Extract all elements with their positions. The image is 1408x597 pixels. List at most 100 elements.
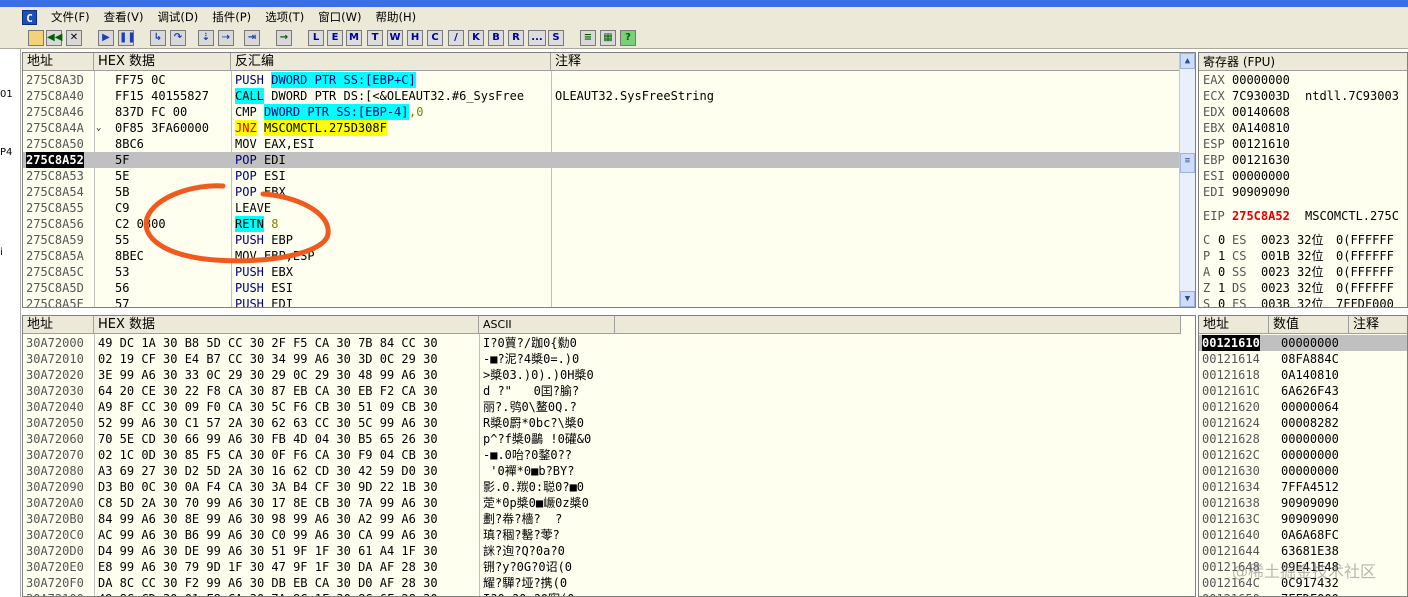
pause-icon[interactable]: ❚❚	[118, 30, 136, 46]
disasm-row[interactable]: 275C8A3D FF75 0C PUSH DWORD PTR SS:[EBP+C]	[23, 72, 1181, 88]
trace-into-icon[interactable]: ⇣	[198, 30, 214, 46]
stack-row[interactable]: 00121630 00000000	[1199, 463, 1407, 479]
dump-row[interactable]: 30A72020 3E 99 A6 30 33 0C 29 30 29 0C 29…	[23, 367, 1181, 383]
dump-col-header-hex[interactable]: HEX 数据	[94, 316, 479, 334]
disasm-mnemonic: PUSH	[235, 281, 264, 295]
col-header-address[interactable]: 地址	[23, 53, 94, 71]
toolbar-references-button[interactable]: R	[508, 30, 524, 46]
stack-row[interactable]: 00121610 00000000	[1199, 335, 1407, 351]
menu-view[interactable]: 查看(V)	[104, 9, 144, 25]
dump-row[interactable]: 30A720C0 AC 99 A6 30 B6 99 A6 30 C0 99 A6…	[23, 527, 1181, 543]
register-name: ESI	[1203, 169, 1225, 183]
stack-address: 00121620	[1202, 400, 1260, 414]
dump-row[interactable]: 30A720D0 D4 99 A6 30 DE 99 A6 30 51 9F 1F…	[23, 543, 1181, 559]
restart-icon[interactable]: ◀◀	[46, 30, 62, 46]
scroll-thumb[interactable]: ≡	[1180, 153, 1195, 173]
toolbar-run-trace-button[interactable]: ...	[528, 30, 546, 46]
execute-till-return-icon[interactable]: ⇥	[244, 30, 260, 46]
dump-row[interactable]: 30A72050 52 99 A6 30 C1 57 2A 30 62 63 CC…	[23, 415, 1181, 431]
dump-col-header-address[interactable]: 地址	[23, 316, 94, 334]
stack-row[interactable]: 00121644 63681E38	[1199, 543, 1407, 559]
menu-plugins[interactable]: 插件(P)	[212, 9, 251, 25]
col-header-hex[interactable]: HEX 数据	[94, 53, 231, 71]
toolbar-source-button[interactable]: S	[548, 30, 564, 46]
toolbar-breakpoints-button[interactable]: B	[488, 30, 504, 46]
step-into-icon[interactable]: ↳	[150, 30, 166, 46]
stack-row[interactable]: 00121614 08FA884C	[1199, 351, 1407, 367]
stack-col-header-value[interactable]: 数值	[1269, 316, 1349, 334]
stack-col-header-address[interactable]: 地址	[1199, 316, 1269, 334]
dump-row[interactable]: 30A720B0 84 99 A6 30 8E 99 A6 30 98 99 A6…	[23, 511, 1181, 527]
toolbar-handles-button[interactable]: H	[407, 30, 423, 46]
disasm-row[interactable]: 275C8A4A ⌄ 0F85 3FA60000 JNZ MSCOMCTL.275D30…	[23, 120, 1181, 136]
disasm-row[interactable]: 275C8A5E 57 PUSH EDI	[23, 296, 1181, 308]
register-value: 90909090	[1232, 185, 1290, 199]
dump-row[interactable]: 30A720F0 DA 8C CC 30 F2 99 A6 30 DB EB CA…	[23, 575, 1181, 591]
stack-row[interactable]: 00121640 0A6A68FC	[1199, 527, 1407, 543]
stack-row[interactable]: 00121628 00000000	[1199, 431, 1407, 447]
close-icon[interactable]: ✕	[66, 30, 82, 46]
goto-icon[interactable]: →	[276, 30, 292, 46]
toolbar-windows-button[interactable]: W	[387, 30, 403, 46]
dump-row[interactable]: 30A720A0 C8 5D 2A 30 70 99 A6 30 17 8E CB…	[23, 495, 1181, 511]
toolbar-call-stack-button[interactable]: K	[468, 30, 484, 46]
disasm-row[interactable]: 275C8A5C 53 PUSH EBX	[23, 264, 1181, 280]
dump-addr: 30A720D0	[26, 544, 84, 558]
scroll-down-icon[interactable]: ▼	[1180, 291, 1195, 307]
disasm-row[interactable]: 275C8A40 FF15 40155827 CALL DWORD PTR DS:[<…	[23, 88, 1181, 104]
toolbar-cpu-button[interactable]: C	[427, 30, 443, 46]
stack-row[interactable]: 00121650 7FFDF000	[1199, 591, 1407, 596]
trace-over-icon[interactable]: ⇢	[218, 30, 234, 46]
run-icon[interactable]: ▶	[98, 30, 114, 46]
stack-address: 0012161C	[1202, 384, 1260, 398]
options-icon[interactable]: ▦	[600, 30, 616, 46]
flag-base: 0(FFFFFF	[1336, 249, 1394, 263]
dump-row[interactable]: 30A72000 49 DC 1A 30 B8 5D CC 30 2F F5 CA…	[23, 335, 1181, 351]
disasm-address: 275C8A5E	[26, 297, 84, 308]
dump-row[interactable]: 30A720E0 E8 99 A6 30 79 9D 1F 30 47 9F 1F…	[23, 559, 1181, 575]
app-icon[interactable]: C	[22, 9, 37, 25]
toolbar-memory-button[interactable]: M	[346, 30, 362, 46]
stack-row[interactable]: 00121618 0A140810	[1199, 367, 1407, 383]
menu-help[interactable]: 帮助(H)	[376, 9, 417, 25]
toolbar-threads-button[interactable]: T	[367, 30, 383, 46]
disasm-row[interactable]: 275C8A46 837D FC 00 CMP DWORD PTR SS:[EBP-4…	[23, 104, 1181, 120]
help-icon[interactable]: ?	[620, 30, 636, 46]
step-over-icon[interactable]: ↷	[170, 30, 186, 46]
dump-row[interactable]: 30A72010 02 19 CF 30 E4 B7 CC 30 34 99 A6…	[23, 351, 1181, 367]
toolbar-executable-modules-button[interactable]: E	[327, 30, 343, 46]
disasm-row[interactable]: 275C8A5D 56 PUSH ESI	[23, 280, 1181, 296]
stack-row[interactable]: 0012161C 6A626F43	[1199, 383, 1407, 399]
menu-debug[interactable]: 调试(D)	[157, 9, 198, 25]
disasm-row[interactable]: 275C8A50 8BC6 MOV EAX,ESI	[23, 136, 1181, 152]
dump-row[interactable]: 30A72070 02 1C 0D 30 85 F5 CA 30 0F F6 CA…	[23, 447, 1181, 463]
toolbar-patches-button[interactable]: /	[448, 30, 464, 46]
dump-row[interactable]: 30A72060 70 5E CD 30 66 99 A6 30 FB 4D 04…	[23, 431, 1181, 447]
disasm-row[interactable]: 275C8A52 5F POP EDI	[23, 152, 1181, 168]
dump-row[interactable]: 30A72090 D3 B0 0C 30 0A F4 CA 30 3A B4 CF…	[23, 479, 1181, 495]
stack-row[interactable]: 00121624 00008282	[1199, 415, 1407, 431]
menu-options[interactable]: 选项(T)	[265, 9, 304, 25]
list-icon[interactable]: ≡	[580, 30, 596, 46]
dump-addr: 30A720B0	[26, 512, 84, 526]
stack-row[interactable]: 0012162C 00000000	[1199, 447, 1407, 463]
dump-row[interactable]: 30A72100 49 8C CD 30 01 F8 CA 30 7A 9C 1F…	[23, 591, 1181, 596]
col-header-disassembly[interactable]: 反汇编	[231, 53, 551, 71]
open-icon[interactable]	[28, 30, 44, 46]
disasm-mnemonic: PUSH	[235, 265, 264, 279]
dump-row[interactable]: 30A72030 64 20 CE 30 22 F8 CA 30 87 EB CA…	[23, 383, 1181, 399]
stack-row[interactable]: 00121634 7FFA4512	[1199, 479, 1407, 495]
menu-file[interactable]: 文件(F)	[51, 9, 90, 25]
stack-row[interactable]: 0012163C 90909090	[1199, 511, 1407, 527]
dump-col-header-ascii[interactable]: ASCII	[479, 316, 615, 334]
stack-col-header-comment[interactable]: 注释	[1349, 316, 1407, 334]
stack-row[interactable]: 00121620 00000064	[1199, 399, 1407, 415]
toolbar-log-button[interactable]: L	[308, 30, 324, 46]
scroll-up-icon[interactable]: ▲	[1180, 53, 1195, 69]
menu-window[interactable]: 窗口(W)	[318, 9, 361, 25]
dump-row[interactable]: 30A72080 A3 69 27 30 D2 5D 2A 30 16 62 CD…	[23, 463, 1181, 479]
dump-row[interactable]: 30A72040 A9 8F CC 30 09 F0 CA 30 5C F6 CB…	[23, 399, 1181, 415]
stack-row[interactable]: 00121638 90909090	[1199, 495, 1407, 511]
disassembly-scrollbar[interactable]: ▲ ≡ ▼	[1179, 53, 1195, 307]
col-header-comment[interactable]: 注释	[551, 53, 1181, 71]
